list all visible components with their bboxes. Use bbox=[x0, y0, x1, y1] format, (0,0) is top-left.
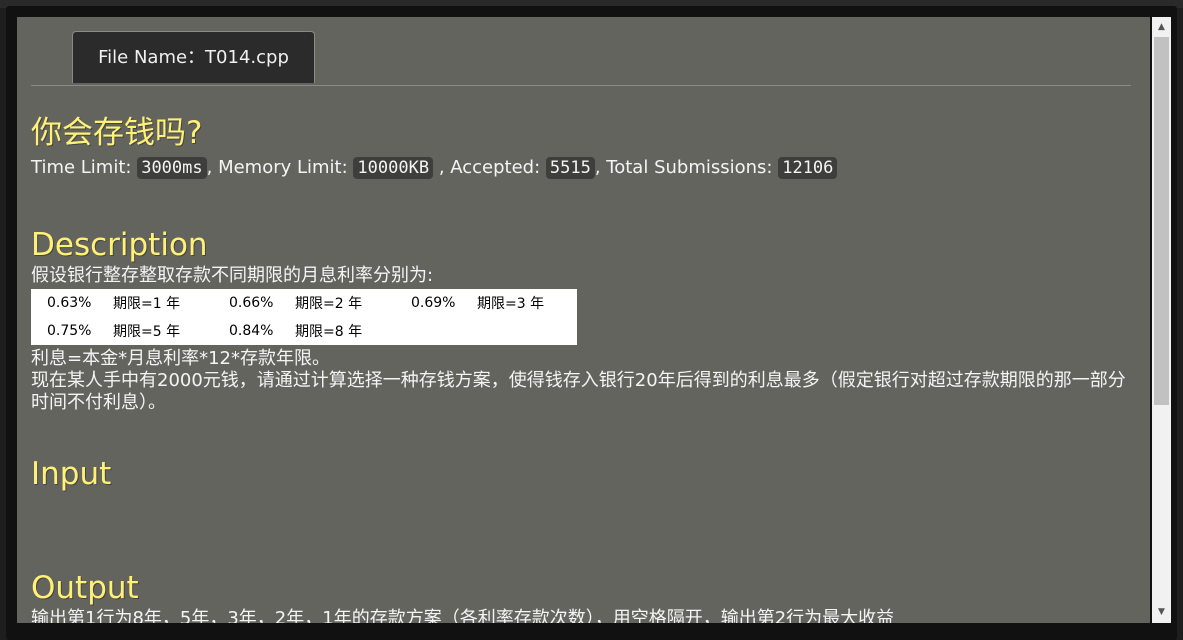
problem-title: 你会存钱吗? bbox=[31, 115, 203, 151]
problem-panel: File Name：T014.cpp 你会存钱吗? Time Limit: 30… bbox=[17, 17, 1150, 623]
rate-cell: 0.84% bbox=[229, 323, 274, 339]
rate-cell: 0.69% bbox=[411, 295, 456, 311]
rate-cell: 0.66% bbox=[229, 295, 274, 311]
output-description: 输出第1行为8年，5年，3年，2年，1年的存款方案（各利率存款次数），用空格隔开… bbox=[31, 608, 895, 623]
accepted-value: 5515 bbox=[545, 157, 595, 179]
description-heading: Description bbox=[31, 227, 208, 263]
rate-cell bbox=[395, 317, 477, 345]
period-cell bbox=[477, 317, 577, 345]
period-cell: 期限=3 年 bbox=[477, 296, 545, 312]
scroll-up-icon[interactable]: ▲ bbox=[1152, 19, 1171, 36]
problem-content: 你会存钱吗? Time Limit: 3000ms, Memory Limit:… bbox=[31, 113, 1136, 623]
memory-limit-value: 10000KB bbox=[353, 157, 434, 179]
memory-limit-label: , Memory Limit: bbox=[206, 157, 348, 178]
vertical-scrollbar[interactable]: ▲ ▼ bbox=[1152, 17, 1171, 623]
rate-cell: 0.75% bbox=[47, 323, 92, 339]
input-heading: Input bbox=[31, 456, 112, 492]
time-limit-value: 3000ms bbox=[137, 157, 207, 179]
accepted-label: , Accepted: bbox=[438, 157, 541, 178]
rate-cell: 0.63% bbox=[47, 295, 92, 311]
output-heading: Output bbox=[31, 570, 139, 606]
task-statement: 现在某人手中有2000元钱，请通过计算选择一种存钱方案，使得钱存入银行20年后得… bbox=[31, 370, 1126, 413]
rates-table: 0.63% 期限=1 年 0.66% 期限=2 年 0.69% 期限=3 年 0… bbox=[31, 289, 577, 345]
table-row: 0.75% 期限=5 年 0.84% 期限=8 年 bbox=[31, 317, 577, 345]
time-limit-label: Time Limit: bbox=[31, 157, 132, 178]
table-row: 0.63% 期限=1 年 0.66% 期限=2 年 0.69% 期限=3 年 bbox=[31, 289, 577, 317]
period-cell: 期限=2 年 bbox=[295, 296, 363, 312]
problem-meta: Time Limit: 3000ms, Memory Limit: 10000K… bbox=[31, 155, 1136, 181]
total-submissions-label: , Total Submissions: bbox=[594, 157, 773, 178]
period-cell: 期限=5 年 bbox=[113, 324, 181, 340]
tab-file-name[interactable]: File Name：T014.cpp bbox=[72, 31, 315, 83]
period-cell: 期限=1 年 bbox=[113, 296, 181, 312]
description-intro: 假设银行整存整取存款不同期限的月息利率分别为: bbox=[31, 265, 434, 286]
interest-formula: 利息=本金*月息利率*12*存款年限。 bbox=[31, 348, 330, 369]
period-cell: 期限=8 年 bbox=[295, 324, 363, 340]
tab-bar: File Name：T014.cpp bbox=[31, 31, 1131, 86]
scrollbar-thumb[interactable] bbox=[1154, 37, 1169, 405]
total-submissions-value: 12106 bbox=[778, 157, 838, 179]
scroll-down-icon[interactable]: ▼ bbox=[1152, 604, 1171, 621]
